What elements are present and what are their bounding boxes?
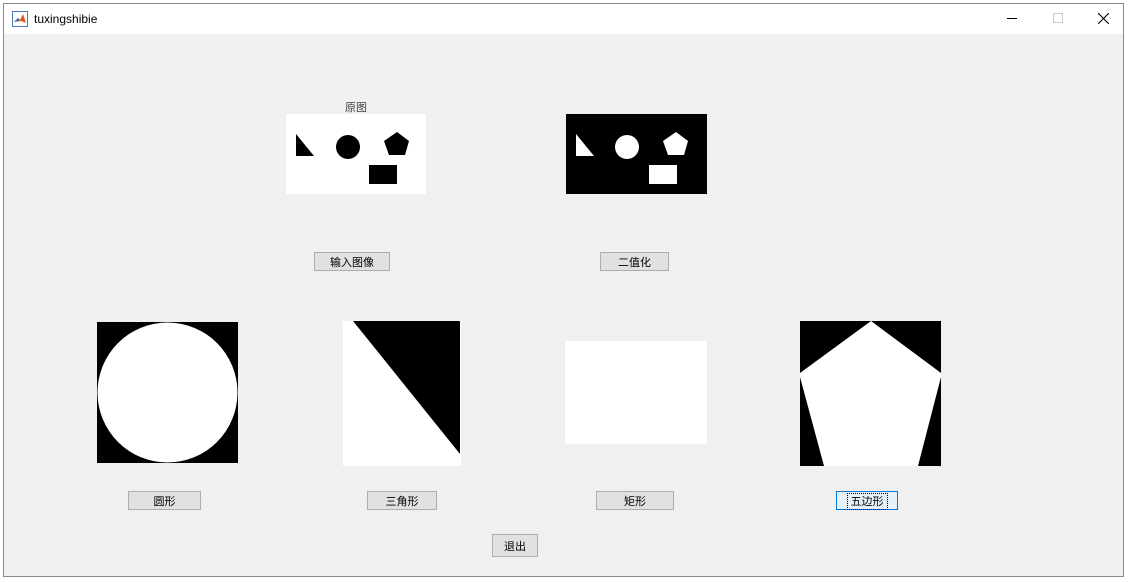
minimize-button[interactable] — [989, 4, 1035, 34]
app-window: tuxingshibie 原图 输入图像 二值化 圆形 三角形 矩形 五边形 退… — [3, 3, 1124, 577]
circle-button[interactable]: 圆形 — [128, 491, 201, 510]
exit-button[interactable]: 退出 — [492, 534, 538, 557]
binary-image-axes — [566, 114, 707, 194]
original-image-axes — [286, 114, 426, 194]
triangle-result-axes — [343, 321, 461, 466]
title-bar[interactable]: tuxingshibie — [4, 4, 1123, 34]
input-image-button[interactable]: 输入图像 — [314, 252, 390, 271]
close-icon — [1098, 13, 1109, 24]
rectangle-button[interactable]: 矩形 — [596, 491, 674, 510]
binarize-button[interactable]: 二值化 — [600, 252, 669, 271]
binary-circle-shape — [615, 135, 639, 159]
window-title: tuxingshibie — [34, 12, 98, 26]
figure-client-area: 原图 输入图像 二值化 圆形 三角形 矩形 五边形 退出 — [4, 34, 1123, 576]
pentagon-button[interactable]: 五边形 — [836, 491, 898, 510]
pentagon-result-axes — [800, 321, 941, 466]
original-image-title: 原图 — [345, 101, 367, 114]
rectangle-result-shape — [565, 341, 707, 444]
circle-result-shape — [97, 322, 238, 463]
original-circle-shape — [336, 135, 360, 159]
minimize-icon — [1007, 18, 1017, 19]
rectangle-result-axes — [565, 341, 707, 444]
triangle-button[interactable]: 三角形 — [367, 491, 437, 510]
matlab-icon — [12, 11, 28, 27]
circle-result-axes — [97, 322, 238, 463]
close-button[interactable] — [1080, 4, 1126, 34]
original-rectangle-shape — [369, 165, 397, 184]
maximize-button[interactable] — [1035, 4, 1081, 34]
binary-rectangle-shape — [649, 165, 677, 184]
pentagon-button-label: 五边形 — [846, 492, 888, 510]
maximize-icon — [1053, 13, 1063, 23]
